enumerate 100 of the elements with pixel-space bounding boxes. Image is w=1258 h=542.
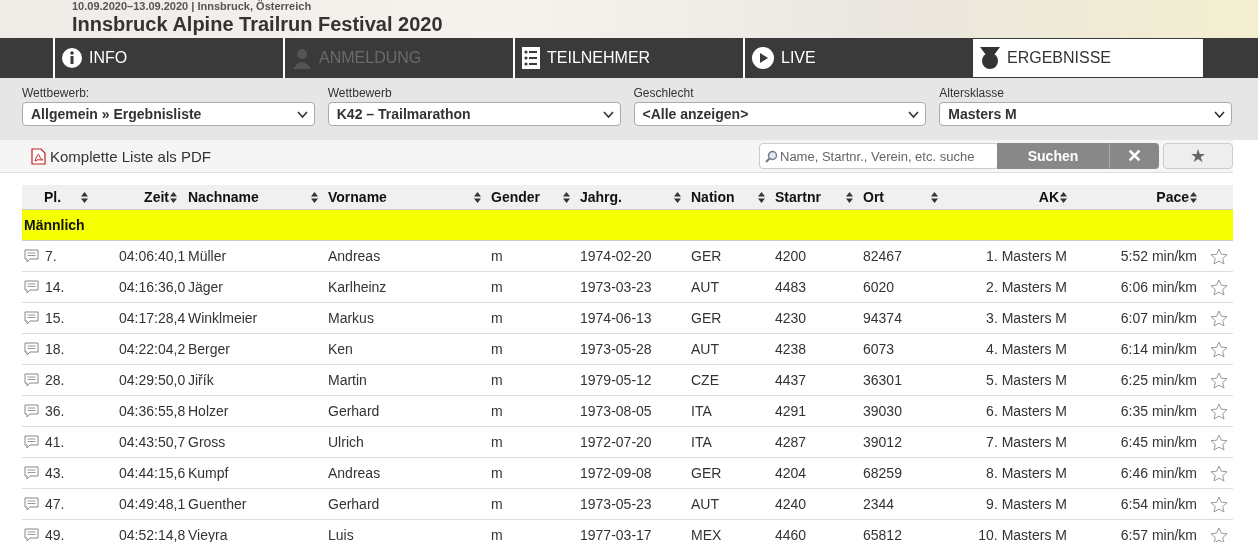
- table-cell: 4200: [775, 248, 807, 264]
- comment-icon: [24, 249, 39, 263]
- column-header[interactable]: Nachname: [185, 189, 325, 205]
- column-header[interactable]: Ort: [860, 189, 945, 205]
- table-cell: ITA: [691, 403, 712, 419]
- table-cell: 68259: [863, 465, 902, 481]
- star-icon[interactable]: [1210, 309, 1228, 327]
- table-cell: 2. Masters M: [986, 279, 1067, 295]
- table-cell: 10. Masters M: [978, 527, 1067, 542]
- table-cell: Gross: [188, 434, 226, 450]
- clear-button[interactable]: ✕: [1109, 143, 1159, 169]
- table-cell: 1974-02-20: [580, 248, 652, 264]
- star-icon[interactable]: [1210, 278, 1228, 296]
- comment-icon: [24, 342, 39, 356]
- table-cell: AUT: [691, 496, 719, 512]
- search-button[interactable]: Suchen: [997, 143, 1109, 169]
- table-cell: 04:36:55,8: [119, 403, 186, 419]
- table-cell: Holzer: [188, 403, 229, 419]
- star-icon[interactable]: [1210, 247, 1228, 265]
- search-field[interactable]: Name, Startnr., Verein, etc. suche: [759, 143, 999, 169]
- table-cell: 14.: [45, 279, 65, 295]
- table-cell: GER: [691, 248, 722, 264]
- table-cell: 1977-03-17: [580, 527, 652, 542]
- list-icon: [521, 46, 541, 70]
- table-cell: 6:06 min/km: [1120, 279, 1197, 295]
- table-cell: 04:17:28,4: [119, 310, 186, 326]
- comment-icon: [24, 528, 39, 542]
- table-cell: 4230: [775, 310, 807, 326]
- table-cell: 39012: [863, 434, 902, 450]
- dropdown-field[interactable]: Allgemein » Ergebnisliste: [22, 102, 315, 126]
- caret-icon: [908, 110, 920, 118]
- table-cell: 1979-05-12: [580, 372, 652, 388]
- column-header[interactable]: Zeit: [110, 189, 185, 205]
- table-cell: 6:45 min/km: [1120, 434, 1197, 450]
- dropdown-field[interactable]: K42 – Trailmarathon: [327, 102, 621, 126]
- sort-icon: [170, 191, 177, 203]
- table-cell: 04:52:14,8: [119, 527, 186, 542]
- table-cell: Ken: [328, 341, 353, 357]
- table-cell: 36301: [863, 372, 902, 388]
- table-cell: Jiřík: [188, 372, 214, 388]
- table-cell: 6020: [863, 279, 895, 295]
- table-cell: 1973-03-23: [580, 279, 652, 295]
- column-header[interactable]: Startnr: [772, 189, 860, 205]
- table-cell: Markus: [328, 310, 374, 326]
- table-cell: 18.: [45, 341, 65, 357]
- table-cell: m: [491, 341, 503, 357]
- star-icon[interactable]: [1210, 371, 1228, 389]
- table-cell: 28.: [45, 372, 65, 388]
- column-header[interactable]: Pl.: [22, 189, 110, 205]
- table-cell: 8. Masters M: [986, 465, 1067, 481]
- comment-icon: [24, 373, 39, 387]
- table-cell: 82467: [863, 248, 902, 264]
- column-header[interactable]: Nation: [688, 189, 772, 205]
- table-cell: Müller: [188, 248, 227, 264]
- star-icon[interactable]: [1210, 340, 1228, 358]
- nav-tab[interactable]: ERGEBNISSE: [973, 39, 1203, 77]
- table-cell: Winklmeier: [188, 310, 258, 326]
- table-cell: 15.: [45, 310, 65, 326]
- table-cell: Karlheinz: [328, 279, 387, 295]
- star-icon[interactable]: [1210, 495, 1228, 513]
- sort-icon: [846, 191, 853, 203]
- table-cell: 43.: [45, 465, 65, 481]
- table-cell: Guenther: [188, 496, 247, 512]
- column-header[interactable]: Jahrg.: [577, 189, 688, 205]
- dropdown-field[interactable]: <Alle anzeigen>: [633, 102, 927, 126]
- column-header[interactable]: Vorname: [325, 189, 488, 205]
- table-cell: 6:14 min/km: [1120, 341, 1197, 357]
- column-header[interactable]: Gender: [488, 189, 577, 205]
- table-cell: 04:43:50,7: [119, 434, 186, 450]
- favorites-button[interactable]: ★: [1163, 143, 1233, 169]
- play-icon: [751, 46, 775, 70]
- sort-icon: [1190, 191, 1197, 203]
- dropdown-field[interactable]: Masters M: [939, 102, 1232, 126]
- table-cell: 1972-09-08: [580, 465, 652, 481]
- filter-label: Wettbewerb: [327, 86, 393, 100]
- table-cell: 47.: [45, 496, 65, 512]
- table-cell: Gerhard: [328, 496, 380, 512]
- table-cell: 2344: [863, 496, 895, 512]
- table-cell: 7. Masters M: [986, 434, 1067, 450]
- table-cell: Andreas: [328, 248, 381, 264]
- star-icon[interactable]: [1210, 433, 1228, 451]
- table-cell: 5. Masters M: [986, 372, 1067, 388]
- table-cell: Andreas: [328, 465, 381, 481]
- star-icon[interactable]: [1210, 464, 1228, 482]
- star-icon[interactable]: [1210, 402, 1228, 420]
- column-header[interactable]: AK: [945, 189, 1075, 205]
- table-cell: Martin: [328, 372, 367, 388]
- table-cell: m: [491, 372, 503, 388]
- table-cell: 6. Masters M: [986, 403, 1067, 419]
- star-icon[interactable]: [1210, 526, 1228, 542]
- comment-icon: [24, 435, 39, 449]
- table-cell: Vieyra: [188, 527, 228, 542]
- table-cell: 39030: [863, 403, 902, 419]
- table-cell: 04:29:50,0: [119, 372, 186, 388]
- comment-icon: [24, 280, 39, 294]
- table-cell: 5:52 min/km: [1120, 248, 1197, 264]
- table-cell: 4437: [775, 372, 807, 388]
- column-header[interactable]: Pace: [1075, 189, 1205, 205]
- table-cell: 6:25 min/km: [1120, 372, 1197, 388]
- table-cell: 49.: [45, 527, 65, 542]
